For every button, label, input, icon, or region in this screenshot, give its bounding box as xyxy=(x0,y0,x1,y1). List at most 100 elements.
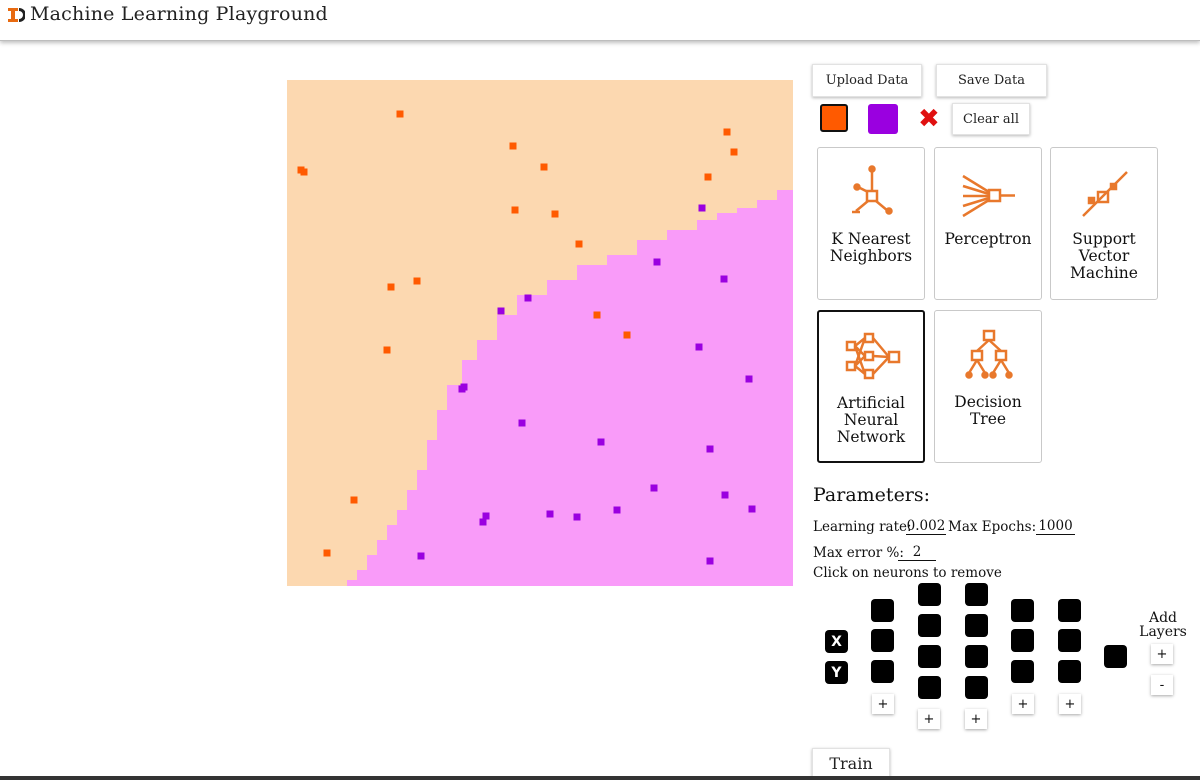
purple-point-12 xyxy=(706,445,714,453)
app-title: Machine Learning Playground xyxy=(30,3,328,25)
add-neuron-l4-button[interactable]: + xyxy=(1012,694,1034,714)
purple-point-2 xyxy=(653,258,661,266)
purple-point-5 xyxy=(497,307,505,315)
neuron-l2-2[interactable] xyxy=(918,614,941,637)
bottom-border xyxy=(0,776,1200,780)
algo-knn-card[interactable]: K Nearest Neighbors xyxy=(817,147,925,300)
ann-icon xyxy=(845,332,901,380)
neuron-l3-1[interactable] xyxy=(965,583,988,606)
class-orange-swatch[interactable] xyxy=(820,104,848,132)
neuron-l2-4[interactable] xyxy=(918,676,941,699)
remove-layer-button[interactable]: - xyxy=(1151,675,1173,695)
purple-point-11 xyxy=(597,438,605,446)
add-neuron-l1-button[interactable]: + xyxy=(872,694,894,714)
neuron-l1-1[interactable] xyxy=(871,599,894,622)
neuron-l4-2[interactable] xyxy=(1011,629,1034,652)
purple-point-15 xyxy=(748,505,756,513)
add-neuron-l2-button[interactable]: + xyxy=(918,709,940,729)
orange-point-4 xyxy=(509,142,517,150)
orange-point-3 xyxy=(300,168,308,176)
neuron-l5-1[interactable] xyxy=(1058,599,1081,622)
eraser-x-icon[interactable]: ✖ xyxy=(918,104,940,134)
add-neuron-l5-button[interactable]: + xyxy=(1059,694,1081,714)
neuron-l5-3[interactable] xyxy=(1058,660,1081,683)
max-error-input[interactable] xyxy=(898,544,936,561)
orange-point-1 xyxy=(396,110,404,118)
max-epochs-input[interactable] xyxy=(1036,518,1075,535)
add-layers-text: Add Layers xyxy=(1139,610,1187,640)
clear-all-button[interactable]: Clear all xyxy=(952,103,1030,135)
learning-rate-input[interactable] xyxy=(906,518,946,535)
neuron-l4-1[interactable] xyxy=(1011,599,1034,622)
algo-ann-label: Artificial Neural Network xyxy=(836,394,906,446)
output-neuron xyxy=(1104,645,1127,668)
algo-perceptron-card[interactable]: Perceptron xyxy=(934,147,1042,300)
algo-perceptron-label: Perceptron xyxy=(944,230,1032,248)
purple-point-6 xyxy=(695,343,703,351)
orange-point-13 xyxy=(387,283,395,291)
purple-point-4 xyxy=(524,294,532,302)
top-bar: Machine Learning Playground xyxy=(0,0,1200,41)
upload-data-button[interactable]: Upload Data xyxy=(812,64,922,97)
orange-point-17 xyxy=(350,496,358,504)
decision-tree-icon xyxy=(965,329,1013,379)
save-data-button[interactable]: Save Data xyxy=(936,64,1047,97)
learning-rate-label: Learning rate: xyxy=(813,519,912,535)
orange-point-5 xyxy=(540,163,548,171)
neuron-l4-3[interactable] xyxy=(1011,660,1034,683)
purple-point-21 xyxy=(417,552,425,560)
purple-point-9 xyxy=(458,385,466,393)
orange-point-9 xyxy=(511,206,519,214)
parameters-title: Parameters: xyxy=(813,484,931,506)
input-node-y: Y xyxy=(825,661,848,684)
neuron-l3-3[interactable] xyxy=(965,645,988,668)
purple-point-3 xyxy=(720,275,728,283)
orange-point-7 xyxy=(730,148,738,156)
knn-icon xyxy=(852,165,893,215)
data-canvas[interactable] xyxy=(287,80,793,586)
neuron-l5-2[interactable] xyxy=(1058,629,1081,652)
purple-point-10 xyxy=(518,419,526,427)
orange-point-12 xyxy=(413,277,421,285)
neuron-l2-3[interactable] xyxy=(918,645,941,668)
purple-point-13 xyxy=(650,484,658,492)
orange-point-8 xyxy=(704,173,712,181)
add-neuron-l3-button[interactable]: + xyxy=(965,709,987,729)
app-logo-icon xyxy=(8,8,25,22)
orange-point-15 xyxy=(623,331,631,339)
purple-point-19 xyxy=(482,512,490,520)
decision-boundary-plot[interactable] xyxy=(287,80,793,586)
algo-svm-card[interactable]: Support Vector Machine xyxy=(1050,147,1158,300)
algo-decision-tree-card[interactable]: Decision Tree xyxy=(934,310,1042,463)
algo-decision-tree-label: Decision Tree xyxy=(954,393,1022,428)
purple-point-16 xyxy=(546,510,554,518)
algo-knn-label: K Nearest Neighbors xyxy=(829,230,913,265)
purple-point-17 xyxy=(573,513,581,521)
orange-point-16 xyxy=(383,346,391,354)
purple-point-20 xyxy=(479,518,487,526)
add-layer-button[interactable]: + xyxy=(1151,644,1173,664)
neuron-l3-4[interactable] xyxy=(965,676,988,699)
algo-ann-card[interactable]: Artificial Neural Network xyxy=(817,310,925,463)
max-epochs-label: Max Epochs: xyxy=(948,519,1037,535)
algo-svm-label: Support Vector Machine xyxy=(1070,230,1138,282)
purple-point-18 xyxy=(613,506,621,514)
class-purple-swatch[interactable] xyxy=(868,104,898,134)
orange-point-18 xyxy=(323,549,331,557)
purple-point-7 xyxy=(745,375,753,383)
max-error-label: Max error %: xyxy=(813,545,904,561)
orange-point-14 xyxy=(593,311,601,319)
neuron-l3-2[interactable] xyxy=(965,614,988,637)
svm-icon xyxy=(1082,171,1128,217)
purple-point-22 xyxy=(706,557,714,565)
purple-point-1 xyxy=(698,204,706,212)
neuron-l1-3[interactable] xyxy=(871,660,894,683)
neurons-hint: Click on neurons to remove xyxy=(813,565,1002,581)
train-button[interactable]: Train xyxy=(812,748,890,778)
neuron-l2-1[interactable] xyxy=(918,583,941,606)
orange-point-6 xyxy=(723,128,731,136)
neuron-l1-2[interactable] xyxy=(871,629,894,652)
input-node-x: X xyxy=(825,630,848,653)
orange-point-11 xyxy=(575,240,583,248)
orange-point-10 xyxy=(551,210,559,218)
